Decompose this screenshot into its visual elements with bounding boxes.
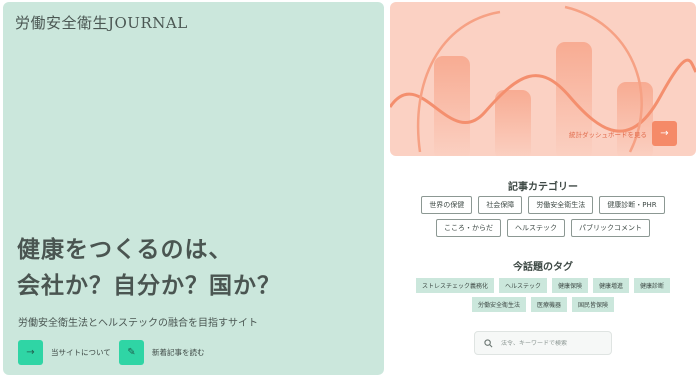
category-health-checkup-phr[interactable]: 健康診断・PHR bbox=[599, 196, 665, 214]
headline-line-1: 健康をつくるのは、 bbox=[17, 237, 233, 263]
page: 労働安全衛生JOURNAL 健康をつくるのは、 会社か？自分か？国か？ 労働安全… bbox=[0, 0, 700, 376]
dashboard-link-text[interactable]: 統計ダッシュボードを見る bbox=[569, 129, 647, 139]
hero-subtitle: 労働安全衛生法とヘルステックの融合を目指すサイト bbox=[18, 318, 258, 329]
headline-line-2: 会社か？自分か？国か？ bbox=[17, 273, 281, 299]
category-mind-body[interactable]: こころ・からだ bbox=[436, 219, 501, 237]
site-logo[interactable]: 労働安全衛生JOURNAL bbox=[15, 12, 188, 33]
category-healthtech[interactable]: ヘルステック bbox=[507, 219, 565, 237]
categories-title: 記事カテゴリー bbox=[508, 182, 578, 193]
tag-health-checkup[interactable]: 健康診断 bbox=[634, 278, 671, 293]
category-social-security[interactable]: 社会保障 bbox=[478, 196, 523, 214]
trending-tags-title: 今話題のタグ bbox=[513, 262, 573, 273]
tag-healthtech[interactable]: ヘルステック bbox=[498, 278, 547, 293]
read-new-articles-label: 新着記事を読む bbox=[152, 348, 205, 357]
hero-headline: 健康をつくるのは、 会社か？自分か？国か？ bbox=[17, 232, 281, 304]
tag-health-promotion[interactable]: 健康増進 bbox=[593, 278, 630, 293]
stats-dashboard-banner[interactable]: 統計ダッシュボードを見る → bbox=[390, 2, 696, 156]
search-input[interactable] bbox=[501, 339, 611, 347]
tag-industrial-safety-law[interactable]: 労働安全衛生法 bbox=[471, 297, 526, 312]
tag-list-row-2: 労働安全衛生法 医療機器 国民皆保険 bbox=[390, 297, 696, 312]
about-site-button[interactable]: → 当サイトについて bbox=[18, 340, 111, 365]
read-new-articles-button[interactable]: ✎ 新着記事を読む bbox=[119, 340, 205, 365]
arrow-right-icon: → bbox=[18, 340, 43, 365]
tag-medical-devices[interactable]: 医療機器 bbox=[530, 297, 567, 312]
tag-list-row-1: ストレスチェック義務化 ヘルステック 健康保険 健康増進 健康診断 bbox=[390, 278, 696, 293]
about-site-label: 当サイトについて bbox=[51, 348, 111, 357]
illustration-bar-4 bbox=[617, 82, 653, 156]
banner-illustration bbox=[390, 5, 696, 156]
category-list-row-2: こころ・からだ ヘルステック パブリックコメント bbox=[390, 219, 696, 237]
illustration-bar-1 bbox=[434, 56, 470, 156]
tag-stress-check[interactable]: ストレスチェック義務化 bbox=[415, 278, 494, 293]
arrow-right-icon[interactable]: → bbox=[652, 121, 677, 146]
category-public-comment[interactable]: パブリックコメント bbox=[571, 219, 650, 237]
tag-health-insurance[interactable]: 健康保険 bbox=[551, 278, 588, 293]
tag-universal-insurance[interactable]: 国民皆保険 bbox=[572, 297, 615, 312]
illustration-bar-2 bbox=[495, 90, 531, 156]
category-industrial-safety-law[interactable]: 労働安全衛生法 bbox=[528, 196, 594, 214]
hero-panel: 労働安全衛生JOURNAL 健康をつくるのは、 会社か？自分か？国か？ 労働安全… bbox=[3, 2, 384, 375]
search-icon bbox=[484, 338, 493, 347]
category-list-row-1: 世界の保健 社会保障 労働安全衛生法 健康診断・PHR bbox=[390, 196, 696, 214]
search-box bbox=[474, 331, 612, 355]
pen-icon: ✎ bbox=[119, 340, 144, 365]
category-world-health[interactable]: 世界の保健 bbox=[421, 196, 473, 214]
